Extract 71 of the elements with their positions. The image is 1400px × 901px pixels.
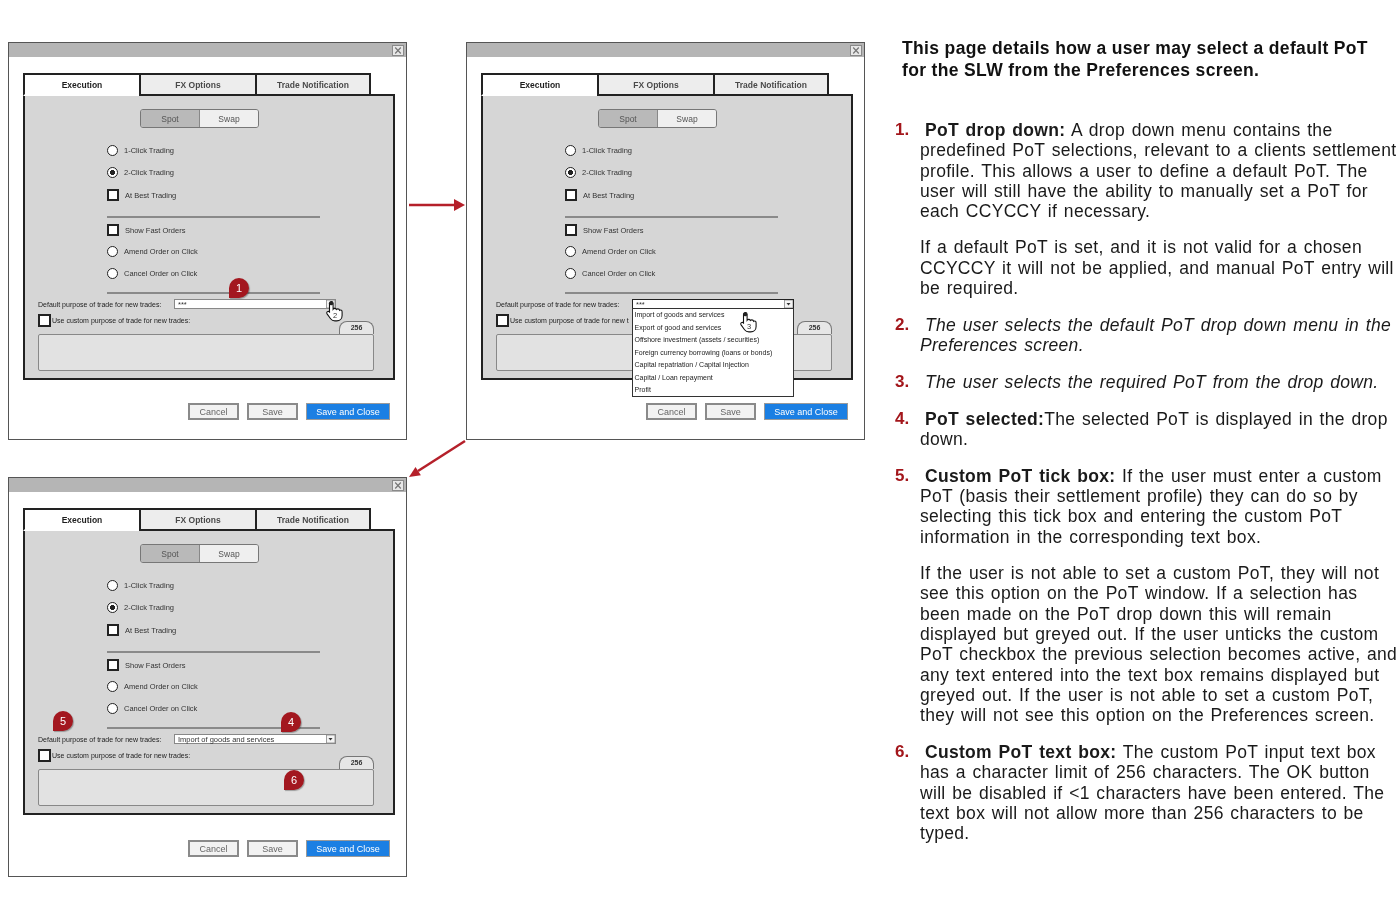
step-number: 2.: [895, 314, 911, 336]
dialog-button[interactable]: Save: [705, 403, 756, 420]
step-text: Custom PoT tick box: If the user must enter a custom PoT (basis their settlement profile) they can do so by selecting this tick box and entering the custom PoT information in the corresponding text box.: [920, 465, 1383, 548]
radio-button[interactable]: [107, 602, 118, 613]
tab[interactable]: Trade Notification: [713, 73, 829, 96]
tab[interactable]: Trade Notification: [255, 73, 371, 96]
primary-button[interactable]: Save and Close: [306, 403, 390, 420]
radio-button[interactable]: [565, 167, 576, 178]
step-text: The user selects the default PoT drop down menu in the Preferences screen.: [920, 314, 1393, 356]
hand-cursor-icon: [325, 300, 343, 322]
checkbox[interactable]: [38, 749, 51, 762]
segment-tab[interactable]: Swap: [199, 545, 258, 562]
tab[interactable]: FX Options: [597, 73, 713, 96]
step-text: If a default PoT is set, and it is not valid for a chosen CCYCCY it will not be applied, and manual PoT entry will be required.: [920, 237, 1395, 299]
radio-button[interactable]: [107, 267, 118, 279]
intro-heading: This page details how a user may select a default PoT for the SLW from the Preferences screen.: [902, 37, 1369, 81]
radio-button[interactable]: [107, 167, 118, 178]
dialog-button[interactable]: Cancel: [188, 840, 239, 857]
dialog-button[interactable]: Save: [247, 403, 298, 420]
tab[interactable]: Execution: [481, 73, 597, 96]
segment-tab[interactable]: Spot: [141, 110, 199, 127]
segment-tab[interactable]: Spot: [141, 545, 199, 562]
radio-button[interactable]: [107, 681, 118, 692]
dialog-button[interactable]: Cancel: [646, 403, 697, 420]
flow-arrow: [409, 199, 465, 211]
step-text: If the user is not able to set a custom PoT, they will not see this option on the PoT window. If a selection has been made on the PoT drop down this will remain displayed but greyed out. If the user unticks the custom PoT checkbox the previous selection becomes active, and any text entered into the text box remains displayed but greyed out. If the user is not able to set a custom PoT, they will not see this option on the Preferences screen.: [920, 563, 1398, 726]
step-text: The user selects the required PoT from the drop down.: [924, 371, 1380, 393]
tab[interactable]: Trade Notification: [255, 508, 371, 531]
radio-button[interactable]: [565, 144, 576, 156]
tab[interactable]: FX Options: [139, 73, 255, 96]
step-text: Custom PoT text box: The custom PoT input text box has a character limit of 256 characters. The OK button will be disabled if <1 characters have been entered. The text box will not allow more than 256 characters to be typed.: [920, 741, 1386, 844]
step-number: 4.: [895, 408, 911, 430]
step-number: 6.: [895, 741, 911, 763]
checkbox[interactable]: [107, 224, 119, 236]
checkbox[interactable]: [107, 189, 119, 201]
step-text: PoT drop down: A drop down menu contains the predefined PoT selections, relevant to a clients settlement profile. This allows a user to define a default PoT. The user will still have the ability to manually set a PoT for each CCYCCY if necessary.: [920, 120, 1398, 222]
dialog-button[interactable]: Save: [247, 840, 298, 857]
step-number: 3.: [895, 371, 911, 393]
checkbox[interactable]: [565, 224, 577, 236]
tab[interactable]: Execution: [23, 73, 139, 96]
radio-button[interactable]: [107, 702, 118, 714]
checkbox[interactable]: [565, 189, 577, 201]
dialog-button[interactable]: Cancel: [188, 403, 239, 420]
checkbox[interactable]: [107, 659, 119, 671]
radio-button[interactable]: [565, 267, 576, 279]
segment-tab[interactable]: Swap: [199, 110, 258, 127]
custom-purpose-field[interactable]: [38, 334, 374, 371]
checkbox[interactable]: [38, 314, 51, 327]
close-icon[interactable]: [850, 44, 862, 56]
checkbox[interactable]: [496, 314, 509, 327]
custom-purpose-field[interactable]: [38, 769, 374, 806]
segment-tab[interactable]: Spot: [599, 110, 657, 127]
radio-button[interactable]: [107, 579, 118, 591]
radio-button[interactable]: [107, 246, 118, 257]
close-icon[interactable]: [392, 479, 404, 491]
caret-icon: [326, 735, 335, 743]
checkbox[interactable]: [107, 624, 119, 636]
step-text: PoT selected:The selected PoT is displayed in the drop down.: [920, 408, 1389, 450]
flow-arrow: [409, 439, 466, 477]
close-icon[interactable]: [392, 44, 404, 56]
segment-tab[interactable]: Swap: [657, 110, 716, 127]
tab[interactable]: FX Options: [139, 508, 255, 531]
radio-button[interactable]: [565, 246, 576, 257]
primary-button[interactable]: Save and Close: [306, 840, 390, 857]
tab[interactable]: Execution: [23, 508, 139, 531]
primary-button[interactable]: Save and Close: [764, 403, 848, 420]
hand-cursor-icon: [739, 311, 757, 333]
radio-button[interactable]: [107, 144, 118, 156]
step-number: 1.: [895, 120, 911, 141]
caret-icon: [784, 300, 793, 308]
step-number: 5.: [895, 465, 911, 487]
